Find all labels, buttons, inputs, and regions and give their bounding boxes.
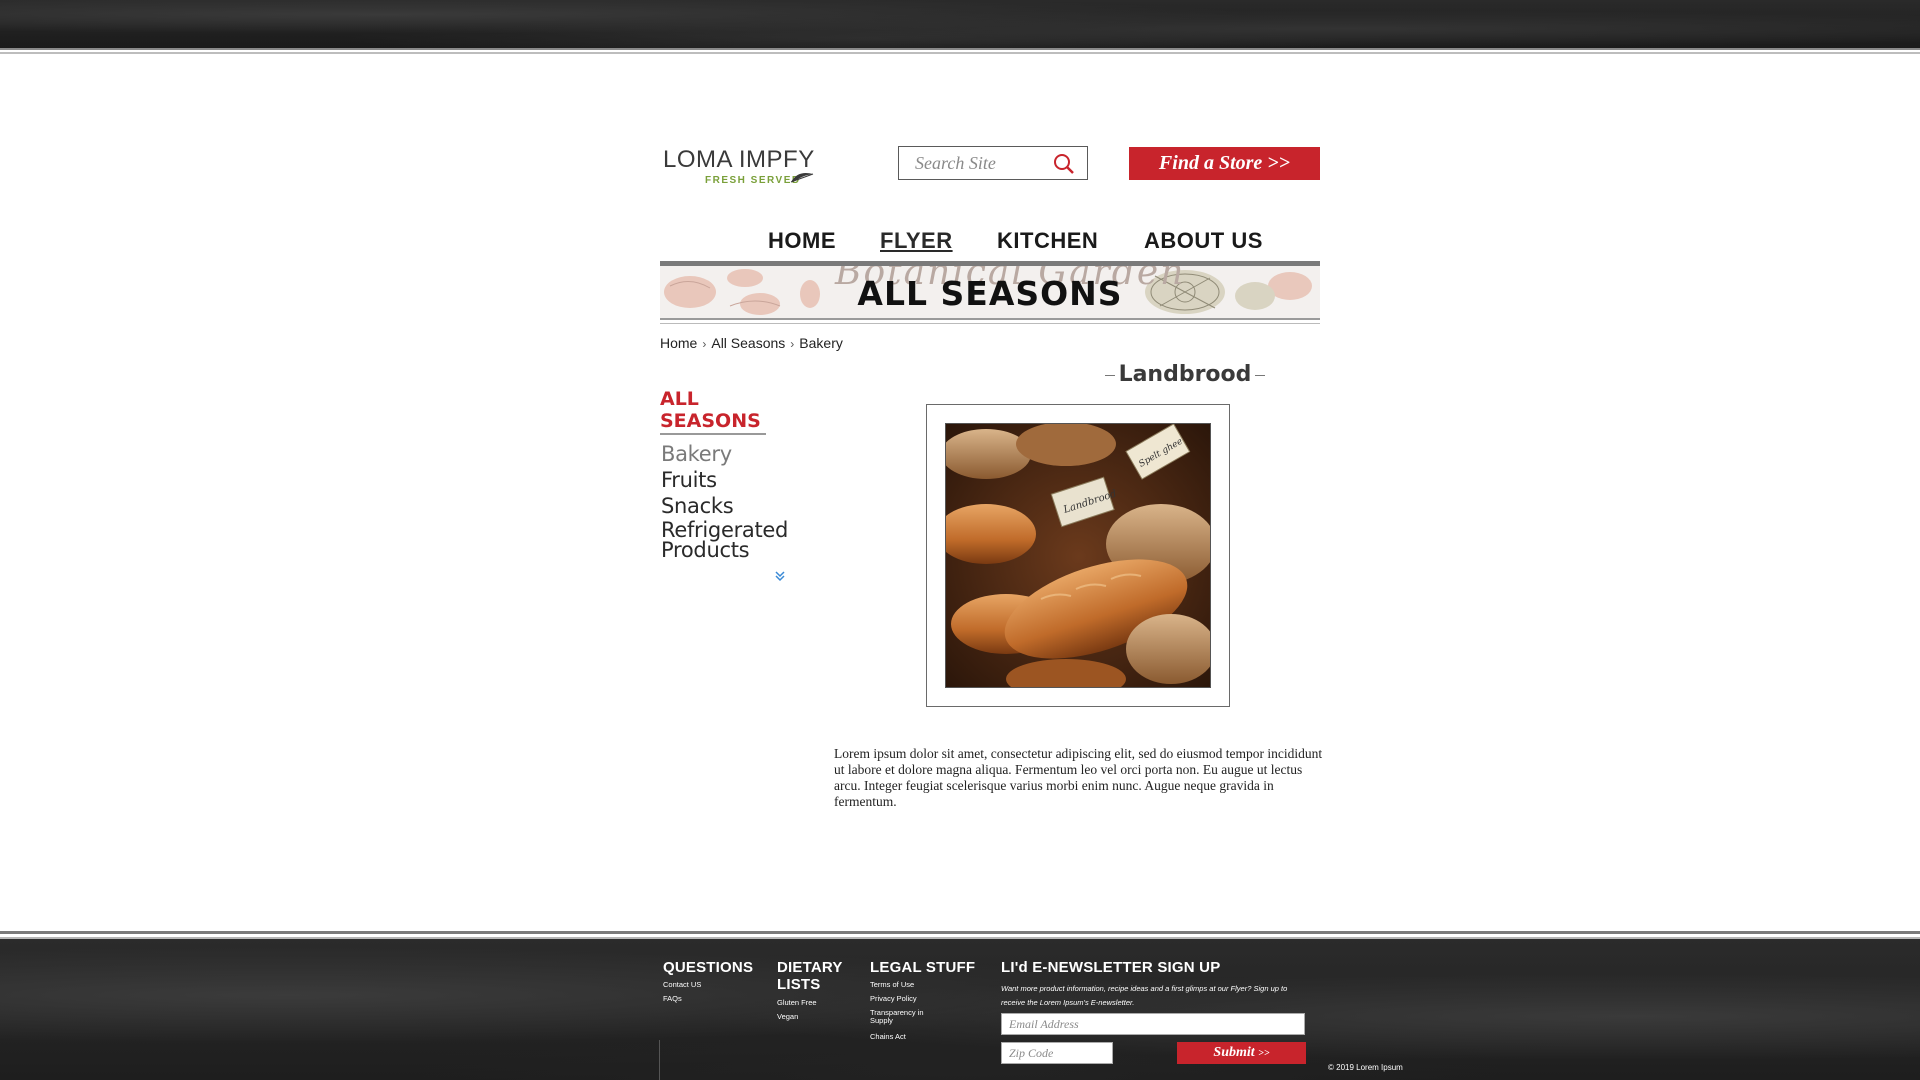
banner-title: ALL SEASONS bbox=[857, 274, 1123, 313]
submit-button-label: Submit bbox=[1213, 1045, 1255, 1060]
bread-photo: Landbrood Spelt ghee bbox=[946, 424, 1210, 687]
zip-field[interactable] bbox=[1009, 1045, 1108, 1061]
footer-link-chains-act[interactable]: Chains Act bbox=[870, 1033, 906, 1041]
submit-arrows-icon: >> bbox=[1258, 1048, 1270, 1059]
leaf-swoosh-icon bbox=[790, 172, 814, 183]
footer-link-privacy[interactable]: Privacy Policy bbox=[870, 995, 917, 1003]
sidebar-divider bbox=[660, 433, 766, 435]
double-chevron-down-icon[interactable] bbox=[774, 570, 786, 582]
sidebar-title: ALL SEASONS bbox=[660, 388, 761, 432]
footer-link-terms[interactable]: Terms of Use bbox=[870, 981, 914, 989]
submit-button[interactable]: Submit >> bbox=[1177, 1042, 1306, 1064]
breadcrumb-bakery[interactable]: Bakery bbox=[799, 335, 843, 351]
find-store-button[interactable]: Find a Store >> bbox=[1129, 147, 1320, 180]
nav-item-home[interactable]: HOME bbox=[768, 228, 836, 254]
breadcrumb-all-seasons[interactable]: All Seasons bbox=[711, 335, 785, 351]
newsletter-title: LI'd E-NEWSLETTER SIGN UP bbox=[1001, 959, 1221, 976]
product-description: Lorem ipsum dolor sit amet, consectetur … bbox=[834, 746, 1323, 809]
sidebar-category-list: Bakery Fruits Snacks Refrigerated Produc… bbox=[661, 442, 801, 562]
sidebar-item-bakery[interactable]: Bakery bbox=[661, 442, 801, 466]
search-input[interactable] bbox=[915, 152, 1035, 174]
footer-link-contact[interactable]: Contact US bbox=[663, 981, 701, 989]
main-nav: HOME FLYER KITCHEN ABOUT US bbox=[660, 228, 1320, 258]
search-icon[interactable] bbox=[1053, 153, 1075, 175]
newsletter-email-box bbox=[1001, 1013, 1305, 1035]
breadcrumb-home[interactable]: Home bbox=[660, 335, 697, 351]
product-image[interactable]: Landbrood Spelt ghee bbox=[945, 423, 1211, 688]
newsletter-note: Want more product information, recipe id… bbox=[1001, 984, 1288, 1007]
footer-link-gluten-free[interactable]: Gluten Free bbox=[777, 999, 817, 1007]
banner-divider bbox=[660, 318, 1320, 324]
logo-tagline: FRESH SERVED bbox=[705, 175, 801, 186]
footer-divider-line bbox=[659, 1040, 660, 1080]
logo-wordmark: LOMA IMPFY bbox=[663, 146, 815, 173]
footer-link-transparency[interactable]: Transparency in Supply bbox=[870, 1009, 925, 1025]
nav-item-kitchen[interactable]: KITCHEN bbox=[997, 228, 1098, 254]
breadcrumb: Home › All Seasons › Bakery bbox=[660, 335, 843, 351]
nav-item-flyer[interactable]: FLYER bbox=[880, 228, 953, 254]
breadcrumb-separator: › bbox=[702, 337, 707, 351]
footer-link-faqs[interactable]: FAQs bbox=[663, 995, 682, 1003]
footer-title-dietary-lists: DIETARY LISTS bbox=[777, 959, 843, 993]
sidebar-item-fruits[interactable]: Fruits bbox=[661, 468, 801, 492]
footer-title-questions: QUESTIONS bbox=[663, 959, 754, 976]
copyright: © 2019 Lorem Ipsum bbox=[1328, 1063, 1403, 1072]
footer-link-vegan[interactable]: Vegan bbox=[777, 1013, 798, 1021]
product-image-frame: Landbrood Spelt ghee bbox=[926, 404, 1230, 707]
email-field[interactable] bbox=[1009, 1016, 1281, 1032]
newsletter-zip-box bbox=[1001, 1042, 1113, 1064]
top-decorative-band bbox=[0, 0, 1920, 48]
title-dash-right bbox=[1255, 374, 1266, 376]
title-dash-left bbox=[1104, 374, 1115, 376]
product-title: Landbrood bbox=[1118, 362, 1252, 387]
search-box bbox=[898, 146, 1088, 180]
nav-item-about-us[interactable]: ABOUT US bbox=[1144, 228, 1263, 254]
top-divider bbox=[0, 48, 1920, 54]
breadcrumb-separator: › bbox=[790, 337, 795, 351]
product-heading: Landbrood bbox=[660, 362, 1500, 387]
sidebar-item-refrigerated-products[interactable]: Refrigerated Products bbox=[661, 520, 788, 561]
footer-title-legal: LEGAL STUFF bbox=[870, 959, 976, 976]
section-banner: Botanical Garden ALL SEASONS bbox=[660, 266, 1320, 318]
sidebar-item-snacks[interactable]: Snacks bbox=[661, 494, 801, 518]
site-logo[interactable]: LOMA IMPFY FRESH SERVED bbox=[663, 148, 823, 188]
footer-divider bbox=[0, 931, 1920, 939]
